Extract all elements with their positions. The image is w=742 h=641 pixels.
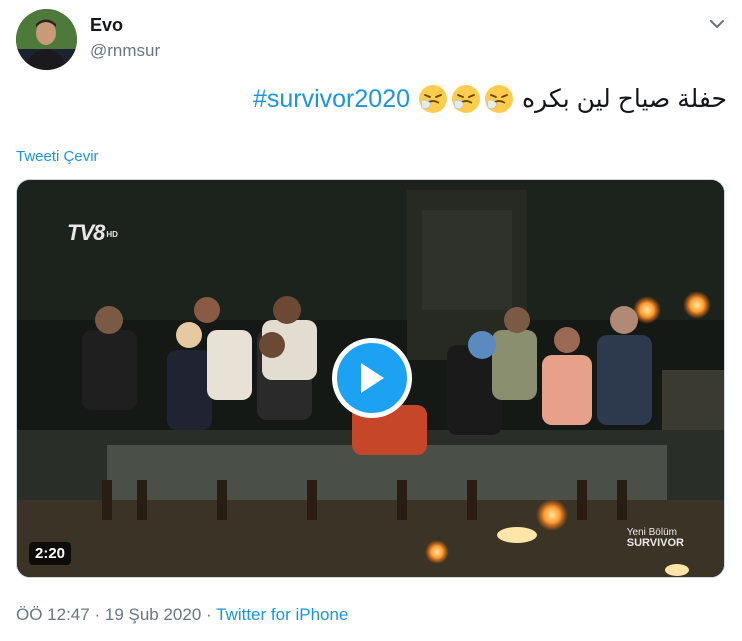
user-handle[interactable]: @rnmsur: [90, 41, 160, 61]
play-icon: [361, 363, 384, 393]
video-duration: 2:20: [29, 542, 72, 565]
chevron-down-icon[interactable]: [706, 13, 728, 35]
sneezing-face-icon: [485, 85, 513, 113]
tweet-source-link[interactable]: Twitter for iPhone: [216, 605, 348, 624]
caption-line-2: SURVIVOR: [626, 537, 684, 549]
tweet-body: حفلة صياح لين بكره: [522, 85, 727, 113]
display-name[interactable]: Evo: [90, 15, 123, 36]
avatar-image: [16, 9, 77, 70]
hashtag-link[interactable]: #survivor2020: [253, 85, 410, 114]
sneezing-face-icon: [452, 85, 480, 113]
video-player[interactable]: TV8 HD 2:20 Yeni Bölüm SURVIVOR: [16, 179, 725, 578]
separator: ·: [94, 605, 101, 624]
broadcast-caption: Yeni Bölüm SURVIVOR: [627, 527, 684, 549]
translate-tweet-link[interactable]: Tweeti Çevir: [16, 148, 99, 165]
play-button[interactable]: [332, 338, 412, 418]
tweet-text: حفلة صياح لين بكره #survivor2020: [253, 84, 727, 114]
tweet-date[interactable]: 19 Şub 2020: [105, 605, 201, 624]
sneezing-face-icon: [419, 85, 447, 113]
separator: ·: [206, 605, 212, 624]
tweet-metadata: ÖÖ 12:47 · 19 Şub 2020 · Twitter for iPh…: [16, 605, 348, 625]
avatar[interactable]: [16, 9, 77, 70]
tweet-time[interactable]: ÖÖ 12:47: [16, 605, 90, 624]
emoji-group: [418, 84, 514, 114]
channel-logo: TV8 HD: [67, 220, 118, 245]
